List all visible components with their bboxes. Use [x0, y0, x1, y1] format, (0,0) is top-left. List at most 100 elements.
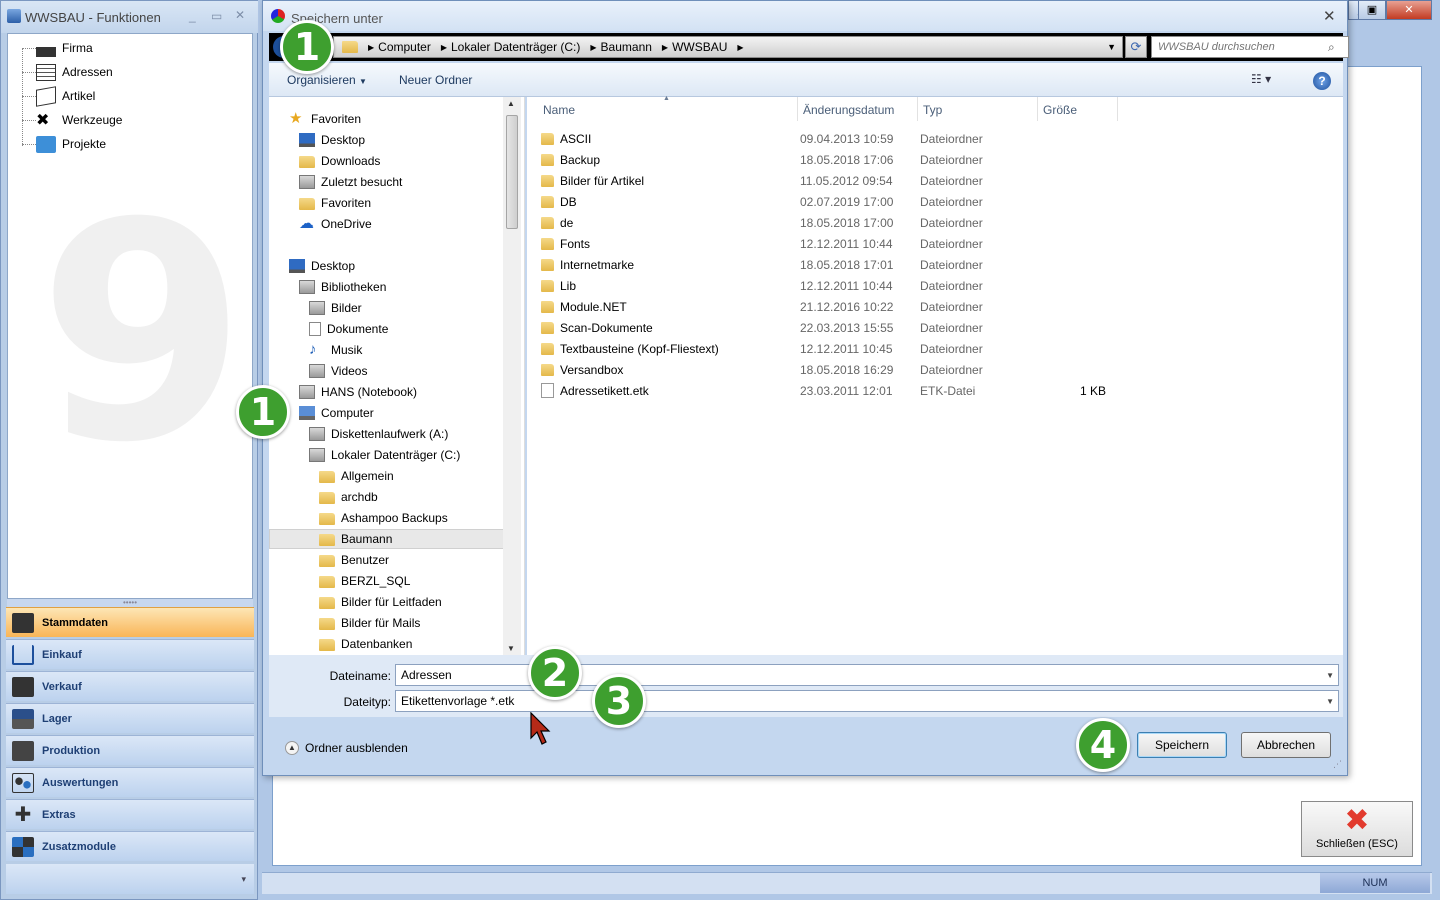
nav-tree-item[interactable]: HANS (Notebook) [299, 382, 417, 402]
nav-scroll-thumb[interactable] [506, 115, 518, 229]
nav-tree-item[interactable]: Downloads [299, 151, 380, 171]
maximize-icon[interactable]: ▭ [211, 9, 222, 23]
file-row[interactable]: Versandbox 18.05.2018 16:29 Dateiordner [535, 359, 1115, 380]
cancel-button[interactable]: Abbrechen [1241, 732, 1331, 758]
nav-produktion[interactable]: Produktion [6, 735, 254, 765]
step-badge-4: 4 [1076, 718, 1130, 772]
file-row[interactable]: Internetmarke 18.05.2018 17:01 Dateiordner [535, 254, 1115, 275]
file-row[interactable]: Lib 12.12.2011 10:44 Dateiordner [535, 275, 1115, 296]
folder-icon [319, 492, 335, 504]
file-row[interactable]: DB 02.07.2019 17:00 Dateiordner [535, 191, 1115, 212]
view-options-icon[interactable]: ☷ ▾ [1251, 72, 1271, 86]
tree-item-adressen[interactable]: Adressen [36, 61, 113, 83]
nav-tree-item[interactable]: archdb [319, 487, 378, 507]
nav-tree-item[interactable]: ♪ Musik [309, 340, 362, 360]
nav-tree-item[interactable]: ★ Favoriten [289, 109, 361, 129]
nav-tree-item[interactable]: Favoriten [299, 193, 371, 213]
breadcrumb-item[interactable]: ▶ Computer [364, 40, 437, 54]
nav-tree-item[interactable]: Bilder für Mails [319, 613, 420, 633]
nav-tree-item[interactable]: Benutzer [319, 550, 389, 570]
file-date: 18.05.2018 17:01 [800, 258, 894, 272]
nav-tree-item[interactable]: Allgemein [319, 466, 394, 486]
file-row[interactable]: ASCII 09.04.2013 10:59 Dateiordner [535, 128, 1115, 149]
folder-icon [541, 280, 554, 292]
nav-overflow-button[interactable]: ▾ [6, 864, 254, 894]
search-input[interactable] [1158, 41, 1328, 53]
search-icon[interactable]: ⌕ [1328, 40, 1335, 55]
file-date: 12.12.2011 10:44 [800, 279, 893, 293]
help-icon[interactable]: ? [1313, 72, 1331, 90]
file-row[interactable]: Adressetikett.etk 23.03.2011 12:01 ETK-Dat… [535, 380, 1115, 401]
hide-folders-toggle[interactable]: ▲ Ordner ausblenden [285, 741, 408, 755]
nav-tree-item[interactable]: BERZL_SQL [319, 571, 410, 591]
file-row[interactable]: Textbausteine (Kopf-Fliestext) 12.12.2011… [535, 338, 1115, 359]
nav-lager[interactable]: Lager [6, 703, 254, 733]
breadcrumb-item[interactable]: ▶ Baumann [586, 40, 658, 54]
nav-tree-item[interactable]: Bilder für Leitfaden [319, 592, 442, 612]
save-button[interactable]: Speichern [1137, 732, 1227, 758]
close-icon[interactable]: ✕ [235, 8, 245, 22]
new-folder-button[interactable]: Neuer Ordner [399, 73, 472, 87]
nav-tree-item[interactable]: Bibliotheken [299, 277, 386, 297]
chevron-down-icon[interactable]: ▼ [1107, 42, 1116, 52]
breadcrumb-item[interactable]: ▶ Lokaler Datenträger (C:) [437, 40, 587, 54]
organize-button[interactable]: Organisieren ▼ [287, 73, 367, 87]
nav-tree-item[interactable]: Computer [299, 403, 374, 423]
recent-icon [299, 175, 315, 189]
file-row[interactable]: Module.NET 21.12.2016 10:22 Dateiordner [535, 296, 1115, 317]
nav-extras[interactable]: ✚ Extras [6, 799, 254, 829]
nav-tree-item[interactable]: Ashampoo Backups [319, 508, 448, 528]
scroll-down-icon[interactable]: ▼ [507, 644, 515, 653]
chevron-down-icon[interactable]: ▼ [1326, 671, 1334, 680]
nav-stammdaten[interactable]: Stammdaten [6, 607, 254, 637]
close-esc-button[interactable]: ✖ Schließen (ESC) [1301, 801, 1413, 857]
resize-grip-icon[interactable]: ⋰ [1333, 759, 1342, 770]
nav-tree-item[interactable]: Lokaler Datenträger (C:) [309, 445, 460, 465]
column-header-date[interactable]: Änderungsdatum [803, 103, 894, 117]
nav-tree-item[interactable]: Zuletzt besucht [299, 172, 402, 192]
splitter-grip[interactable]: ••••• [7, 599, 253, 607]
nav-tree-item[interactable]: Dokumente [309, 319, 388, 339]
nav-einkauf[interactable]: Einkauf [6, 639, 254, 669]
tree-item-firma[interactable]: Firma [36, 37, 93, 59]
dialog-close-icon[interactable]: ✕ [1323, 7, 1336, 25]
scroll-up-icon[interactable]: ▲ [507, 99, 515, 108]
nav-tree-item[interactable]: ☁ OneDrive [299, 214, 372, 234]
file-date: 23.03.2011 12:01 [800, 384, 893, 398]
file-type: ETK-Datei [920, 384, 976, 398]
tree-item-werkzeuge[interactable]: ✖ Werkzeuge [36, 109, 122, 131]
nav-tree-item[interactable]: Desktop [299, 130, 365, 150]
nav-tree-item[interactable]: Datenbanken [319, 634, 412, 654]
file-row[interactable]: Backup 18.05.2018 17:06 Dateiordner [535, 149, 1115, 170]
file-row[interactable]: Bilder für Artikel 11.05.2012 09:54 Dateio… [535, 170, 1115, 191]
nav-tree-item[interactable]: Bilder [309, 298, 362, 318]
file-row[interactable]: Scan-Dokumente 22.03.2013 15:55 Dateiordne… [535, 317, 1115, 338]
nav-tree-item[interactable]: Videos [309, 361, 367, 381]
column-header-type[interactable]: Typ [923, 103, 942, 117]
file-row[interactable]: Fonts 12.12.2011 10:44 Dateiordner [535, 233, 1115, 254]
column-header-name[interactable]: Name [543, 103, 575, 117]
column-header-size[interactable]: Größe [1043, 103, 1077, 117]
breadcrumb-item[interactable]: ▶ WWSBAU [658, 40, 734, 54]
nav-auswertungen[interactable]: Auswertungen [6, 767, 254, 797]
nav-tree-item[interactable]: Desktop [289, 256, 355, 276]
minimize-icon[interactable]: _ [189, 9, 196, 23]
chevron-down-icon[interactable]: ▼ [1326, 697, 1334, 706]
step-badge-2: 2 [528, 646, 582, 700]
main-restore-icon[interactable]: ▣ [1358, 0, 1386, 20]
refresh-button[interactable]: ⟳ [1125, 36, 1147, 58]
tree-item-projekte[interactable]: Projekte [36, 133, 106, 155]
file-row[interactable]: de 18.05.2018 17:00 Dateiordner [535, 212, 1115, 233]
extras-icon: ✚ [14, 803, 32, 826]
nav-tree-item[interactable]: Baumann [269, 529, 507, 549]
breadcrumb[interactable]: ▶ Computer ▶ Lokaler Datenträger (C:) ▶ Bau… [333, 36, 1123, 58]
breadcrumb-item[interactable]: ▶ [733, 43, 749, 52]
tree-item-artikel[interactable]: Artikel [36, 85, 95, 107]
folder-icon [319, 513, 335, 525]
nav-zusatzmodule[interactable]: Zusatzmodule [6, 831, 254, 861]
library-icon [299, 280, 315, 294]
main-close-icon[interactable]: ✕ [1386, 0, 1432, 20]
nav-verkauf[interactable]: Verkauf [6, 671, 254, 701]
nav-tree-item[interactable]: Diskettenlaufwerk (A:) [309, 424, 448, 444]
filename-input[interactable]: Adressen [401, 668, 452, 682]
